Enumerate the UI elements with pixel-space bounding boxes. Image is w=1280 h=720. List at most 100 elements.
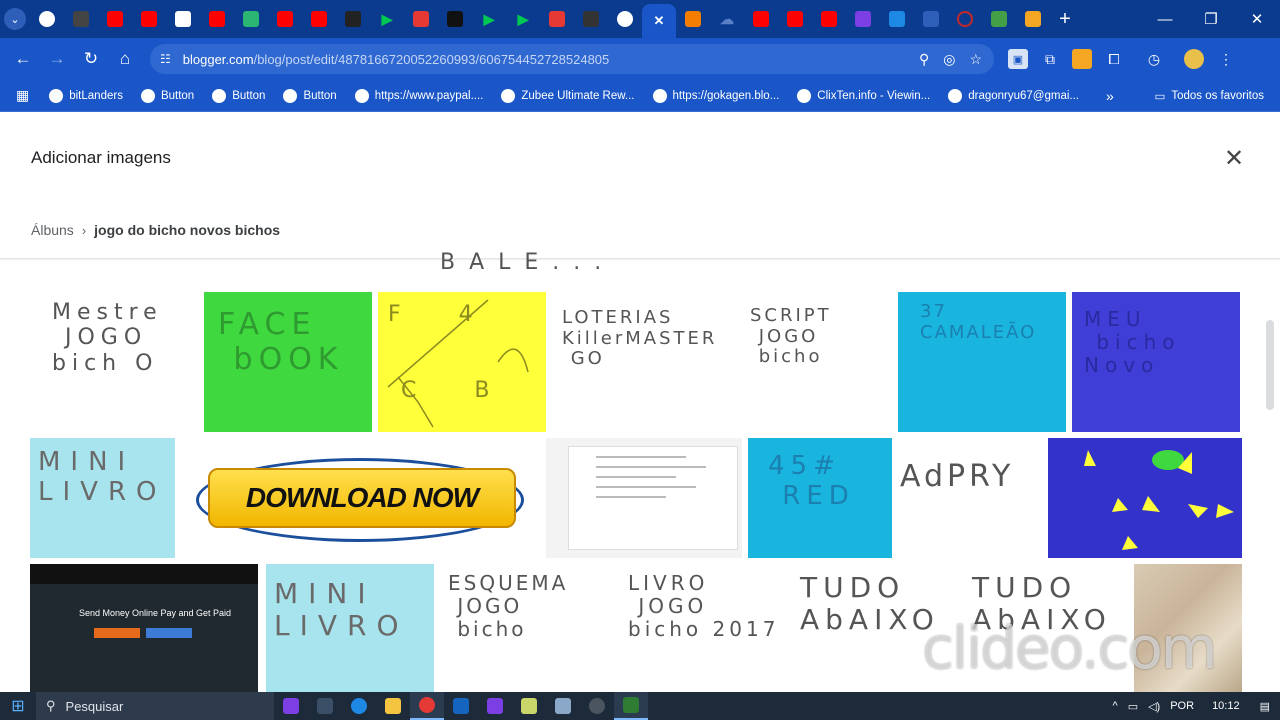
browser-tab[interactable]	[1016, 4, 1050, 34]
close-icon[interactable]: ✕	[1224, 144, 1244, 173]
browser-tab[interactable]	[948, 4, 982, 34]
windows-start-icon[interactable]: ⊞	[0, 696, 36, 716]
clock[interactable]: 10:12	[1212, 700, 1240, 712]
bookmark-item[interactable]: bitLanders	[49, 88, 123, 103]
browser-tab[interactable]	[98, 4, 132, 34]
back-button[interactable]: ←	[6, 49, 40, 69]
restore-button[interactable]: ❐	[1188, 10, 1234, 28]
browser-tab[interactable]	[234, 4, 268, 34]
bookmark-item[interactable]: Zubee Ultimate Rew...	[501, 88, 635, 103]
browser-tab[interactable]	[166, 4, 200, 34]
taskbar-search[interactable]: ⚲ Pesquisar	[36, 692, 274, 720]
browser-tab[interactable]	[778, 4, 812, 34]
image-thumbnail[interactable]: ESQUEMA JOGO bicho	[440, 564, 608, 692]
browser-tab[interactable]	[982, 4, 1016, 34]
image-thumbnail[interactable]: MINI LIVRO	[30, 438, 175, 558]
browser-tab[interactable]	[880, 4, 914, 34]
browser-tab[interactable]	[846, 4, 880, 34]
browser-tab[interactable]	[540, 4, 574, 34]
minimize-button[interactable]: —	[1142, 11, 1188, 28]
browser-tab[interactable]: ✕	[642, 4, 676, 38]
forward-button[interactable]: →	[40, 49, 74, 69]
image-thumbnail[interactable]: AdPRY	[896, 438, 1042, 558]
taskbar-app[interactable]	[274, 692, 308, 720]
bookmark-star-icon[interactable]: ☆	[969, 51, 982, 68]
taskbar-app[interactable]	[308, 692, 342, 720]
image-thumbnail[interactable]: FACE bOOK	[204, 292, 372, 432]
language-indicator[interactable]: POR	[1170, 700, 1194, 712]
taskbar-chrome[interactable]	[410, 692, 444, 720]
scrollbar[interactable]	[1266, 320, 1274, 410]
taskbar-app[interactable]	[478, 692, 512, 720]
image-thumbnail[interactable]: DOWNLOAD NOW	[194, 438, 526, 558]
image-thumbnail[interactable]: MINI LIVRO	[266, 564, 434, 692]
eye-off-icon[interactable]: ◎	[943, 51, 955, 68]
bookmark-item[interactable]: Button	[283, 88, 337, 103]
browser-tab[interactable]: ▶	[472, 4, 506, 34]
bookmark-item[interactable]: ClixTen.info - Viewin...	[797, 88, 930, 103]
image-thumbnail[interactable]: MEU bicho Novo	[1072, 292, 1240, 432]
browser-tab[interactable]: ▶	[506, 4, 540, 34]
browser-tab[interactable]	[574, 4, 608, 34]
browser-tab[interactable]: ☁	[710, 4, 744, 34]
image-thumbnail[interactable]: LOTERIAS KillerMASTER GO	[552, 292, 742, 432]
chevron-up-icon[interactable]: ^	[1113, 700, 1118, 712]
browser-tab[interactable]	[30, 4, 64, 34]
browser-tab[interactable]	[676, 4, 710, 34]
bookmark-item[interactable]: https://www.paypal....	[354, 88, 483, 103]
bookmark-item[interactable]: Button	[140, 88, 194, 103]
image-thumbnail[interactable]: LIVRO JOGO bicho 2017	[614, 564, 782, 692]
breadcrumb-albums-link[interactable]: Álbuns	[31, 222, 74, 238]
bookmark-item[interactable]: dragonryu67@gmai...	[948, 88, 1079, 103]
image-thumbnail[interactable]: Send Money Online Pay and Get Paid	[30, 564, 258, 692]
site-info-icon[interactable]: ☷	[160, 52, 171, 66]
avatar[interactable]	[1184, 49, 1204, 69]
browser-tab[interactable]	[914, 4, 948, 34]
browser-tab[interactable]	[302, 4, 336, 34]
bookmark-item[interactable]: Button	[212, 88, 265, 103]
home-button[interactable]: ⌂	[108, 49, 142, 69]
taskbar-app[interactable]	[546, 692, 580, 720]
zoom-icon[interactable]: ⚲	[919, 51, 929, 68]
tab-search-button[interactable]: ⌄	[0, 4, 30, 34]
image-thumbnail[interactable]	[546, 438, 742, 558]
network-icon[interactable]: ▭	[1128, 700, 1138, 713]
browser-tab[interactable]	[404, 4, 438, 34]
history-icon[interactable]: ◷	[1144, 49, 1164, 69]
notification-icon[interactable]: ▤	[1260, 700, 1270, 713]
image-thumbnail[interactable]: 45# RED	[748, 438, 892, 558]
extension-icon[interactable]	[1072, 49, 1092, 69]
taskbar-app[interactable]	[614, 692, 648, 720]
all-bookmarks-folder[interactable]: ▭ Todos os favoritos	[1154, 80, 1264, 112]
taskbar-app[interactable]	[342, 692, 376, 720]
translate-icon[interactable]: ⧉	[1040, 49, 1060, 69]
browser-tab[interactable]	[132, 4, 166, 34]
taskbar-app[interactable]	[444, 692, 478, 720]
image-thumbnail[interactable]: SCRIPT JOGO bicho	[746, 292, 892, 432]
browser-tab[interactable]	[200, 4, 234, 34]
browser-tab[interactable]	[268, 4, 302, 34]
browser-tab[interactable]: ▶	[370, 4, 404, 34]
image-thumbnail[interactable]: 37 CAMALEÃO	[898, 292, 1066, 432]
address-bar[interactable]: ☷ blogger.com/blog/post/edit/48781667200…	[150, 44, 994, 74]
new-tab-button[interactable]: +	[1050, 8, 1080, 31]
browser-tab[interactable]	[608, 4, 642, 34]
reload-button[interactable]: ↻	[74, 49, 108, 69]
puzzle-icon[interactable]: ⧠	[1104, 49, 1124, 69]
more-bookmarks-button[interactable]: »	[1106, 80, 1114, 112]
volume-icon[interactable]: ◁)	[1148, 700, 1160, 713]
extension-icon[interactable]: ▣	[1008, 49, 1028, 69]
browser-tab[interactable]	[438, 4, 472, 34]
browser-tab[interactable]	[64, 4, 98, 34]
menu-icon[interactable]: ⋮	[1216, 49, 1236, 69]
image-thumbnail[interactable]: Mestre JOGO bich O	[30, 292, 200, 432]
taskbar-app[interactable]	[580, 692, 614, 720]
close-window-button[interactable]: ✕	[1234, 10, 1280, 28]
bookmark-item[interactable]: https://gokagen.blo...	[652, 88, 779, 103]
image-thumbnail[interactable]	[1048, 438, 1242, 558]
taskbar-app[interactable]	[512, 692, 546, 720]
taskbar-app[interactable]	[376, 692, 410, 720]
browser-tab[interactable]	[744, 4, 778, 34]
browser-tab[interactable]	[812, 4, 846, 34]
apps-grid-icon[interactable]: ▦	[16, 87, 29, 104]
